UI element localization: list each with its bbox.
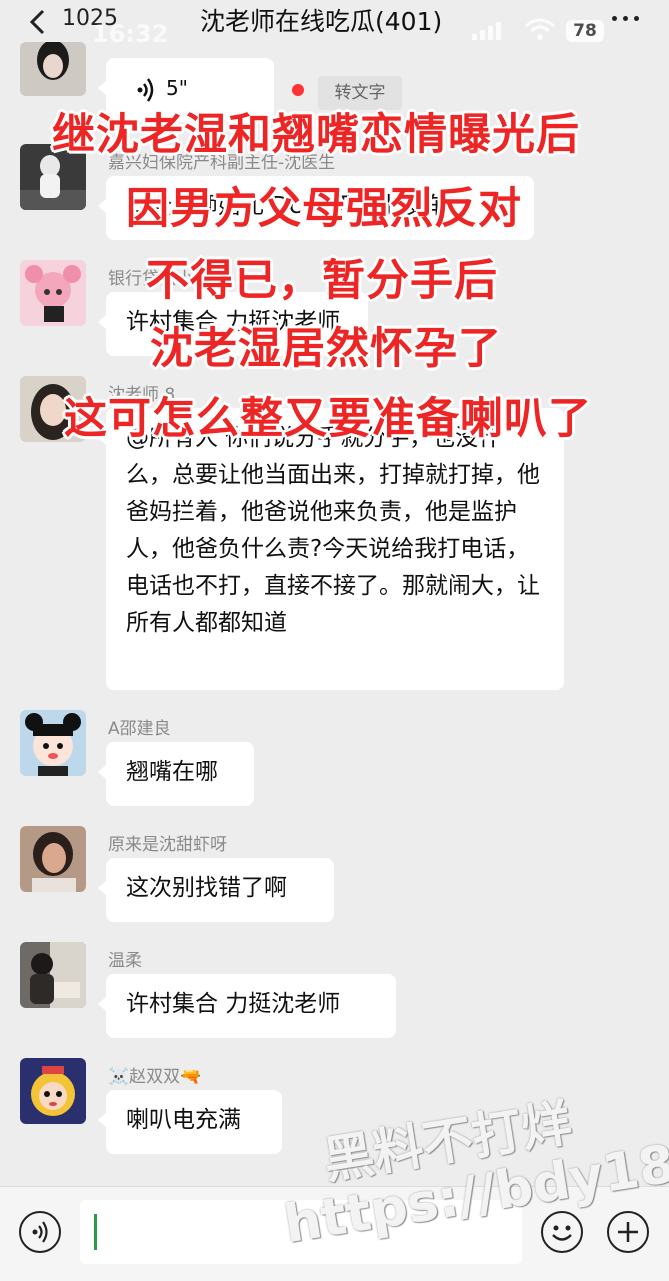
signal-icon bbox=[472, 22, 501, 40]
sender-name: 温柔 bbox=[108, 951, 142, 971]
caption-line: 因男方父母强烈反对 bbox=[126, 184, 522, 234]
sender-name: ☠️赵双双🔫 bbox=[108, 1067, 202, 1087]
avatar[interactable] bbox=[20, 942, 86, 1008]
voice-icon bbox=[32, 1221, 48, 1243]
text-cursor bbox=[94, 1214, 97, 1250]
sender-name: A邵建良 bbox=[108, 719, 171, 739]
avatar[interactable] bbox=[20, 826, 86, 892]
message-bubble[interactable]: 喇叭电充满 bbox=[98, 1090, 282, 1154]
more-functions-button[interactable] bbox=[607, 1211, 649, 1253]
emoji-button[interactable] bbox=[541, 1211, 583, 1253]
message-bubble[interactable]: 许村集合 力挺沈老师 bbox=[98, 974, 396, 1038]
avatar[interactable] bbox=[20, 260, 86, 326]
back-button[interactable] bbox=[24, 0, 58, 40]
message-text: 这次别找错了啊 bbox=[126, 875, 287, 901]
message-text: 许村集合 力挺沈老师 bbox=[126, 991, 341, 1017]
more-dot-icon bbox=[612, 16, 617, 21]
caption-line: 这可怎么整又要准备喇叭了 bbox=[64, 394, 592, 444]
message-text: 翘嘴在哪 bbox=[126, 759, 218, 785]
chat-header: 1025 沈老师在线吃瓜(401) 16:32 78 bbox=[0, 0, 669, 48]
smiley-icon bbox=[552, 1225, 572, 1241]
chevron-left-icon bbox=[29, 9, 45, 35]
voice-input-button[interactable] bbox=[19, 1211, 61, 1253]
message-bubble[interactable]: 翘嘴在哪 bbox=[98, 742, 254, 806]
wifi-icon bbox=[525, 18, 555, 40]
message-text: 喇叭电充满 bbox=[126, 1107, 241, 1133]
more-dot-icon bbox=[623, 16, 628, 21]
avatar[interactable] bbox=[20, 42, 86, 96]
message-bubble[interactable]: @所有人 你们说分手就分手，也没什么，总要让他当面出来，打掉就打掉，他爸妈拦着，… bbox=[98, 408, 564, 690]
chat-title: 沈老师在线吃瓜(401) bbox=[200, 7, 443, 36]
unread-dot bbox=[292, 84, 304, 96]
caption-line: 沈老湿居然怀孕了 bbox=[150, 324, 502, 374]
status-time: 16:32 bbox=[92, 20, 169, 48]
message-bubble[interactable]: 这次别找错了啊 bbox=[98, 858, 334, 922]
avatar[interactable] bbox=[20, 710, 86, 776]
more-dot-icon bbox=[634, 16, 639, 21]
caption-line: 不得已，暂分手后 bbox=[146, 256, 498, 306]
sender-name: 原来是沈甜虾呀 bbox=[108, 835, 227, 855]
message-text: @所有人 你们说分手就分手，也没什么，总要让他当面出来，打掉就打掉，他爸妈拦着，… bbox=[126, 425, 540, 636]
avatar[interactable] bbox=[20, 1058, 86, 1124]
caption-line: 继沈老湿和翘嘴恋情曝光后 bbox=[52, 110, 580, 160]
more-options-button[interactable] bbox=[606, 4, 646, 32]
battery-indicator: 78 bbox=[566, 20, 604, 42]
plus-icon bbox=[618, 1222, 638, 1242]
